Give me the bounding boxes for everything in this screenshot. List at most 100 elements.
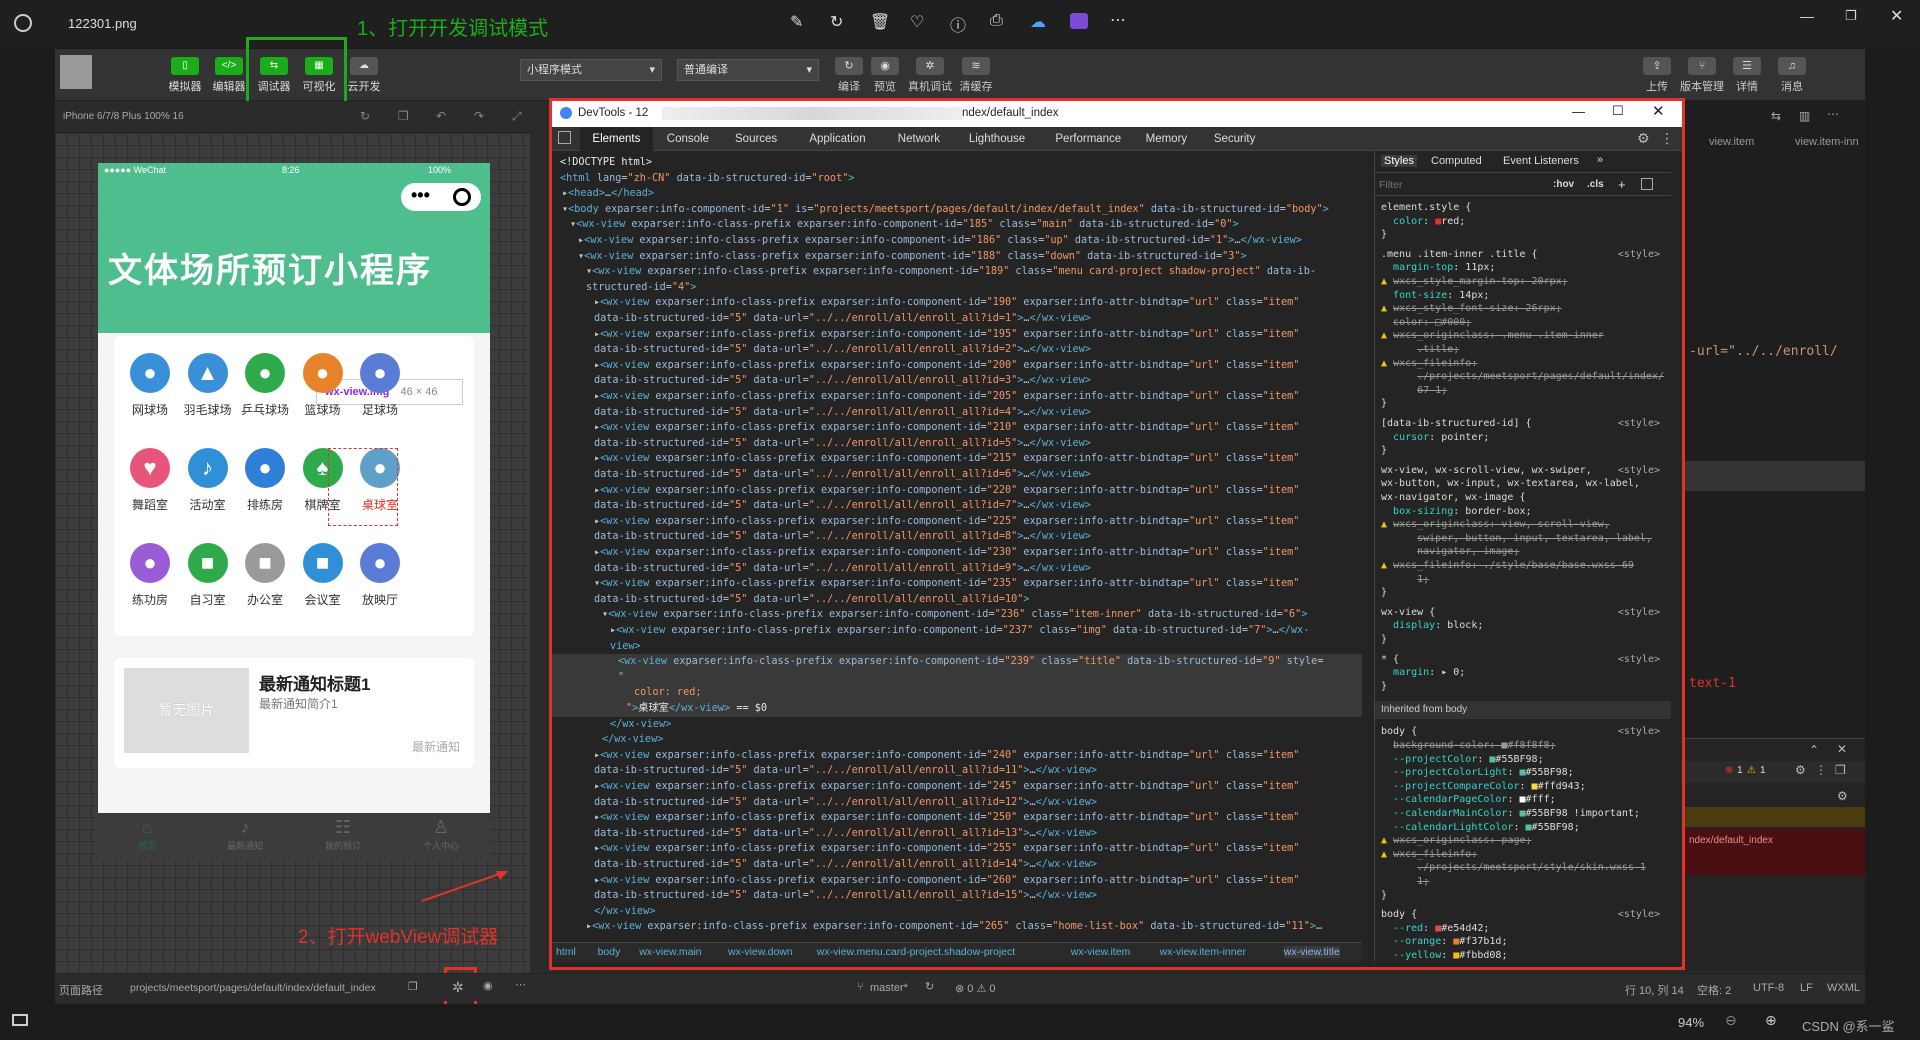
dom-node-line[interactable]: ▸<wx-view exparser:info-class-prefix exp… bbox=[552, 420, 1362, 436]
dom-node-line[interactable]: ▸<wx-view exparser:info-class-prefix exp… bbox=[552, 919, 1362, 935]
dom-node-line[interactable]: ▾<wx-view exparser:info-class-prefix exp… bbox=[552, 217, 1362, 233]
console-settings-icon[interactable]: ⚙ bbox=[1795, 763, 1806, 777]
style-rule-line[interactable]: margin: ▸ 0; bbox=[1381, 666, 1666, 679]
style-rule-line[interactable]: ▲ wxcs_style_margin-top: 20rpx; bbox=[1381, 275, 1666, 288]
breadcrumb-item[interactable]: html bbox=[556, 946, 576, 958]
style-rule-line[interactable]: [data-ib-structured-id] {<style> bbox=[1381, 417, 1666, 430]
tab-console[interactable]: Console bbox=[655, 127, 721, 151]
style-rule-line[interactable]: ▲ wxcs_originclass: .menu .item-inner bbox=[1381, 329, 1666, 342]
compile-select[interactable]: 普通编译 ▾ bbox=[677, 59, 819, 81]
tab-lighthouse[interactable]: Lighthouse bbox=[954, 127, 1040, 151]
style-rule-line[interactable]: box-sizing: border-box; bbox=[1381, 505, 1666, 518]
style-rule-line[interactable]: --calendarMainColor: ■#55BF98 !important… bbox=[1381, 807, 1666, 820]
style-rule-line[interactable]: } bbox=[1381, 889, 1666, 902]
dom-node-line[interactable]: data-ib-structured-id="5" data-url="../.… bbox=[552, 888, 1362, 904]
dom-node-line[interactable]: data-ib-structured-id="5" data-url="../.… bbox=[552, 592, 1362, 608]
cursor-position[interactable]: 行 10, 列 14 bbox=[1625, 982, 1684, 998]
version-button[interactable]: ⑂ 版本管理 bbox=[1680, 57, 1724, 94]
remote-debug-button[interactable]: ✲ 真机调试 bbox=[908, 57, 952, 94]
minimize-icon[interactable]: — bbox=[1572, 104, 1585, 119]
git-branch[interactable]: master* bbox=[870, 982, 908, 994]
more-vert-icon[interactable]: ⋮ bbox=[1660, 130, 1674, 147]
grid-item[interactable]: ■ 自习室 bbox=[178, 543, 238, 608]
style-source[interactable]: <style> bbox=[1618, 417, 1660, 430]
messages-button[interactable]: ♫ 消息 bbox=[1770, 57, 1814, 94]
dom-node-line[interactable]: </wx-view> bbox=[552, 732, 1362, 748]
style-rule-line[interactable]: margin-top: 11px; bbox=[1381, 261, 1666, 274]
style-rule-line[interactable]: --projectColorLight: ■#55BF98; bbox=[1381, 766, 1666, 779]
indent-spaces[interactable]: 空格: 2 bbox=[1697, 982, 1731, 998]
style-rule-line[interactable]: } bbox=[1381, 397, 1666, 410]
style-rule-line[interactable]: ▲ wxcs_fileinfo: bbox=[1381, 357, 1666, 370]
favorite-icon[interactable]: ♡ bbox=[910, 12, 924, 32]
maximize-icon[interactable]: ☐ bbox=[1612, 103, 1624, 119]
style-rule-line[interactable]: wx-navigator, wx-image { bbox=[1381, 491, 1666, 504]
dom-node-line[interactable]: data-ib-structured-id="5" data-url="../.… bbox=[552, 311, 1362, 327]
console-gear-icon[interactable]: ⚙ bbox=[1837, 789, 1848, 803]
delete-icon[interactable]: 🗑 bbox=[870, 12, 890, 32]
capsule-menu[interactable]: ••• bbox=[401, 183, 481, 211]
style-source[interactable]: <style> bbox=[1618, 606, 1660, 619]
dom-node-line[interactable]: ▸<wx-view exparser:info-class-prefix exp… bbox=[552, 623, 1362, 639]
grid-item[interactable]: ▲ 羽毛球场 bbox=[178, 353, 238, 418]
style-rule-line[interactable]: } bbox=[1381, 633, 1666, 646]
grid-item[interactable]: ● 篮球场 bbox=[293, 353, 353, 418]
style-rule-line[interactable]: color: □#000; bbox=[1381, 316, 1666, 329]
zoom-out-icon[interactable]: ⊖ bbox=[1725, 1012, 1737, 1029]
grid-item[interactable]: ● 排练房 bbox=[235, 448, 295, 513]
hov-toggle[interactable]: :hov bbox=[1553, 179, 1574, 190]
dom-node-line[interactable]: ▾<wx-view exparser:info-class-prefix exp… bbox=[552, 249, 1362, 265]
dom-node-line[interactable]: view> bbox=[552, 639, 1362, 655]
style-rule-line[interactable]: 67 1; bbox=[1381, 384, 1666, 397]
news-card[interactable]: 暂无图片 最新通知标题1 最新通知简介1 最新通知 bbox=[114, 658, 474, 768]
dom-node-line[interactable]: </wx-view> bbox=[552, 904, 1362, 920]
style-rule-line[interactable]: --calendarPageColor: ■#fff; bbox=[1381, 793, 1666, 806]
details-button[interactable]: ☰ 详情 bbox=[1725, 57, 1769, 94]
inherited-from[interactable]: body bbox=[1445, 704, 1467, 715]
style-source[interactable]: <style> bbox=[1618, 725, 1660, 738]
grid-item[interactable]: ■ 会议室 bbox=[293, 543, 353, 608]
style-source[interactable]: <style> bbox=[1618, 248, 1660, 261]
dom-node-line[interactable]: ▸<wx-view exparser:info-class-prefix exp… bbox=[552, 873, 1362, 889]
dom-node-line[interactable]: structured-id="4"> bbox=[552, 280, 1362, 296]
upload-button[interactable]: ⇪ 上传 bbox=[1635, 57, 1679, 94]
style-rule-line[interactable]: 1; bbox=[1381, 573, 1666, 586]
tab-sources[interactable]: Sources bbox=[723, 127, 789, 151]
dom-node-line[interactable]: ▸<wx-view exparser:info-class-prefix exp… bbox=[552, 514, 1362, 530]
style-rule-line[interactable]: * {<style> bbox=[1381, 653, 1666, 666]
breadcrumb-item[interactable]: wx-view.item-inner bbox=[1160, 946, 1246, 958]
dom-node-line[interactable]: data-ib-structured-id="5" data-url="../.… bbox=[552, 436, 1362, 452]
dom-node-line[interactable]: <html lang="zh-CN" data-ib-structured-id… bbox=[552, 171, 1362, 187]
style-rule-line[interactable]: 1; bbox=[1381, 875, 1666, 888]
dom-node-line[interactable]: data-ib-structured-id="5" data-url="../.… bbox=[552, 373, 1362, 389]
dom-node-line[interactable]: data-ib-structured-id="5" data-url="../.… bbox=[552, 467, 1362, 483]
tab-computed[interactable]: Computed bbox=[1431, 155, 1482, 167]
style-rule-line[interactable]: font-size: 14px; bbox=[1381, 289, 1666, 302]
dom-node-line[interactable]: ▸<wx-view exparser:info-class-prefix exp… bbox=[552, 358, 1362, 374]
style-rule-line[interactable]: body {<style> bbox=[1381, 908, 1666, 921]
grid-item[interactable]: ● 乒乓球场 bbox=[235, 353, 295, 418]
style-rule-line[interactable]: ▲ wxcs_style_font-size: 26rpx; bbox=[1381, 302, 1666, 315]
dom-node-line[interactable]: ▾<wx-view exparser:info-class-prefix exp… bbox=[552, 576, 1362, 592]
dom-node-line[interactable]: data-ib-structured-id="5" data-url="../.… bbox=[552, 529, 1362, 545]
style-rule-line[interactable]: ./projects/meetsport/style/skin.wxss 1 bbox=[1381, 861, 1666, 874]
tab-memory[interactable]: Memory bbox=[1137, 127, 1197, 151]
dom-node-line[interactable]: ▸<wx-view exparser:info-class-prefix exp… bbox=[552, 545, 1362, 561]
rotate-device-icon[interactable]: ↻ bbox=[360, 109, 370, 123]
app-icon[interactable] bbox=[1070, 13, 1088, 29]
style-rule-line[interactable]: wx-view, wx-scroll-view, wx-swiper, <styl… bbox=[1381, 464, 1666, 477]
style-rule-line[interactable]: --yellow: ■#fbbd08; bbox=[1381, 949, 1666, 961]
editor-more-icon[interactable]: ⋯ bbox=[1827, 107, 1839, 121]
style-rule-line[interactable]: ▲ wxcs_fileinfo: bbox=[1381, 848, 1666, 861]
filmstrip-icon[interactable] bbox=[12, 1014, 28, 1026]
style-source[interactable]: <style> bbox=[1618, 653, 1660, 666]
webview-debugger-icon[interactable]: ✲ bbox=[452, 979, 464, 996]
cls-toggle[interactable]: .cls bbox=[1587, 179, 1604, 190]
dom-node-line[interactable]: data-ib-structured-id="5" data-url="../.… bbox=[552, 763, 1362, 779]
dom-node-line[interactable]: ▸<wx-view exparser:info-class-prefix exp… bbox=[552, 748, 1362, 764]
dom-node-line[interactable]: data-ib-structured-id="5" data-url="../.… bbox=[552, 498, 1362, 514]
grid-item[interactable]: ● 网球场 bbox=[120, 353, 180, 418]
forward-icon[interactable]: ↷ bbox=[474, 109, 484, 123]
style-rule-line[interactable]: wx-button, wx-input, wx-textarea, wx-lab… bbox=[1381, 477, 1666, 490]
tab-network[interactable]: Network bbox=[886, 127, 952, 151]
